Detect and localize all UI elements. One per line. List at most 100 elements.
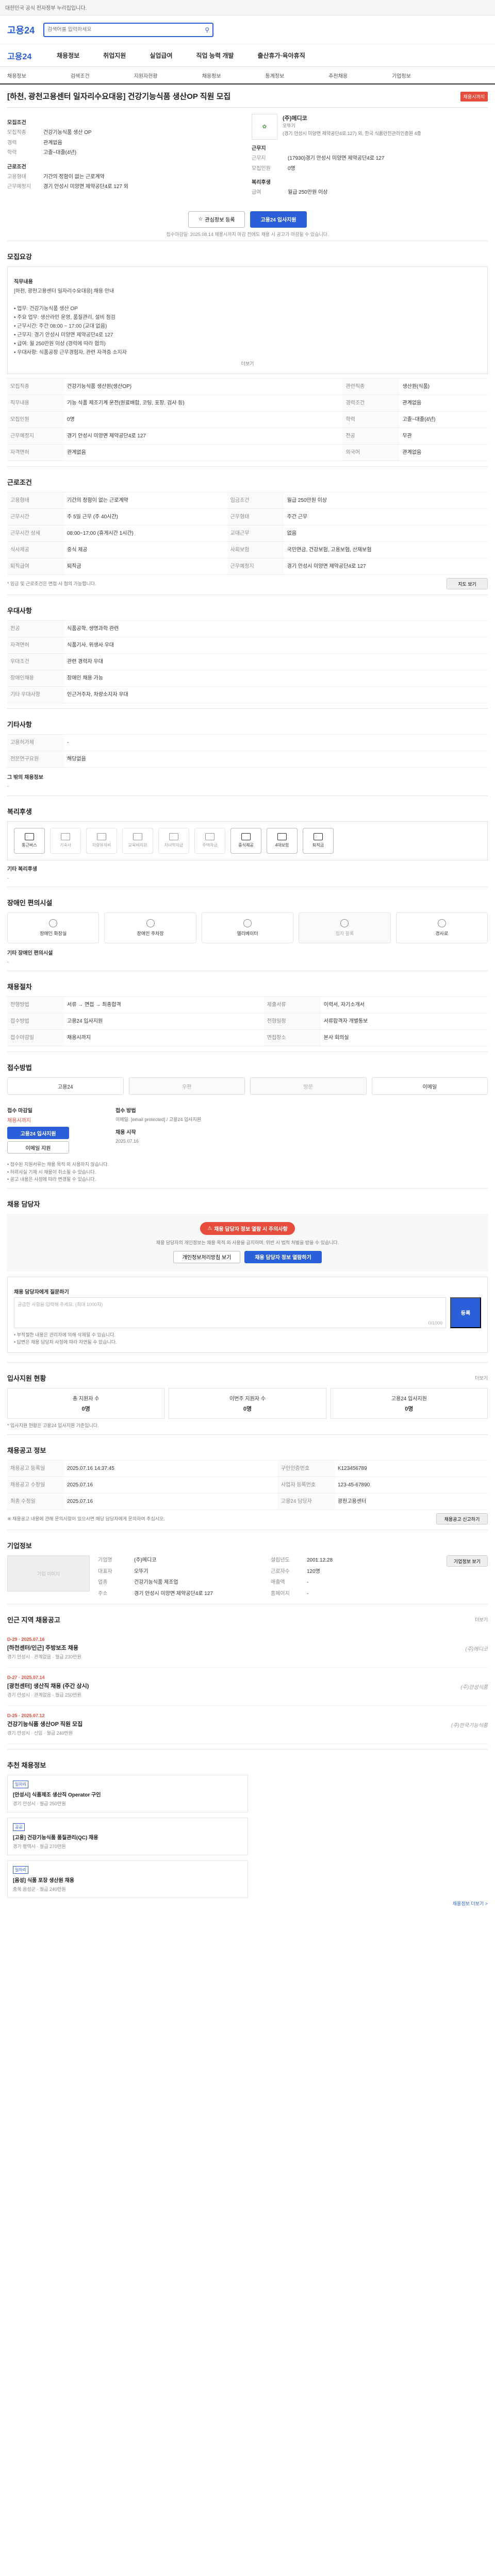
- summary-row: 모집인원 0명: [252, 165, 295, 172]
- cell-value: 08:00~17:00 (휴게시간 1시간): [64, 525, 227, 543]
- facility-icon: [49, 919, 58, 927]
- benefit-label: 주택자금: [202, 843, 218, 848]
- stats-more-link[interactable]: 더보기: [475, 1375, 488, 1381]
- method-item: 우편: [128, 1077, 245, 1095]
- nav-support[interactable]: 취업지원: [103, 51, 126, 60]
- table-row: 근무시간 주 5일 근무 (주 40시간) 근무형태 주간 근무: [7, 509, 488, 526]
- view-contact-button[interactable]: 채용 담당자 정보 열람하기: [244, 1250, 322, 1263]
- report-button[interactable]: 채용공고 신고하기: [436, 1513, 488, 1525]
- job-title[interactable]: [하천센터/인근] 주방보조 채용: [7, 1643, 81, 1652]
- gov-banner: 대한민국 공식 전자정부 누리집입니다.: [0, 0, 495, 15]
- company-value: 오뚜기: [134, 1568, 148, 1574]
- nav-leave[interactable]: 출산휴가·육아휴직: [257, 51, 305, 60]
- condition-note: * 임금 및 근로조건은 면접 시 협의 가능합니다.: [7, 581, 96, 586]
- nav-unemployment[interactable]: 실업급여: [150, 51, 172, 60]
- job-item[interactable]: D-29 · 2025.07.16 [하천센터/인근] 주방보조 채용 경기 안성시…: [7, 1630, 488, 1668]
- recs-more-link[interactable]: 채용정보 더보기 >: [7, 1898, 488, 1909]
- rec-title[interactable]: [고용] 건강기능식품 품질관리(QC) 채용: [13, 1833, 242, 1841]
- benefit-tile: 기숙사: [50, 827, 81, 854]
- email-apply-button[interactable]: 이메일 지원: [7, 1141, 69, 1154]
- job-meta: 경기 안성시 · 신입 · 월급 240만원: [7, 1731, 73, 1736]
- rec-title[interactable]: [음성] 식품 포장 생산원 채용: [13, 1876, 242, 1884]
- nav-jobs[interactable]: 채용정보: [57, 51, 79, 60]
- table-row: 우대조건 관련 경력자 우대: [7, 653, 488, 671]
- subnav-item[interactable]: 검색조건: [71, 72, 90, 79]
- facility-icon: [340, 919, 349, 927]
- benefit-tile: 주택자금: [194, 827, 225, 854]
- job-item[interactable]: D-27 · 2025.07.14 [광천센터] 생산직 채용 (주간 상시) 경기…: [7, 1668, 488, 1706]
- job-item[interactable]: D-25 · 2025.07.12 건강기능식품 생산OP 직원 모집 경기 안성시…: [7, 1706, 488, 1744]
- job-title[interactable]: [광천센터] 생산직 채용 (주간 상시): [7, 1682, 89, 1690]
- benefit-label: 중식제공: [238, 843, 254, 848]
- cell-label: 접수마감일: [7, 1029, 64, 1047]
- section-title: 근로조건: [7, 479, 32, 487]
- privacy-button[interactable]: 개인정보처리방침 보기: [173, 1250, 240, 1263]
- cell-value: 장애인 채용 가능: [64, 670, 488, 687]
- cell-label: 전형일정: [263, 1013, 321, 1030]
- qa-title: 채용 담당자에게 질문하기: [14, 1289, 69, 1295]
- benefit-icon: [169, 833, 178, 841]
- cell-label: 채용공고 등록일: [7, 1460, 64, 1478]
- recommend-section: 추천 채용정보 일자리 [안성시] 식품제조 생산직 Operator 구인 경기 …: [7, 1749, 488, 1914]
- preference-section: 우대사항 전공 식품공학, 생명과학 관련 자격면허 식품기사, 위생사 우대 우대조건…: [7, 595, 488, 708]
- company-row: 업종 건강기능식품 제조업: [98, 1578, 266, 1588]
- more-link[interactable]: 더보기: [241, 361, 254, 366]
- facility-icon: [243, 919, 252, 927]
- cell-value: 경기 안성시 미양면 제약공단4로 127: [64, 428, 343, 445]
- qa-send-button[interactable]: 등록: [450, 1297, 481, 1328]
- benefit-label: 기숙사: [59, 843, 72, 848]
- posting-summary: 모집조건 모집직종 건강기능식품 생산 OP 경력 관계없음 학력 고졸~대졸(4년)…: [7, 107, 488, 204]
- contact-box: ⚠ 채용 담당자 정보 열람 시 주의사항 채용 담당자의 개인정보는 채용 목적…: [7, 1214, 488, 1272]
- company-info-button[interactable]: 기업정보 보기: [447, 1555, 488, 1567]
- cell-value: 없음: [284, 525, 488, 543]
- search-input[interactable]: [47, 27, 202, 32]
- bookmark-button[interactable]: ☆ 관심정보 등록: [188, 211, 245, 228]
- subnav-item[interactable]: 통계정보: [265, 72, 284, 79]
- cell-value: 인근거주자, 차량소지자 우대: [64, 686, 488, 704]
- site-logo[interactable]: 고용24: [7, 23, 38, 37]
- cell-label: 근무시간: [7, 509, 64, 526]
- selection-section: 채용절차 전형방법 서류 → 면접 → 최종합격 제출서류 이력서, 자기소개서 접수방…: [7, 971, 488, 1052]
- rec-card[interactable]: 일자리 [안성시] 식품제조 생산직 Operator 구인 경기 안성시 · 월급…: [7, 1775, 248, 1813]
- job-title[interactable]: 건강기능식품 생산OP 직원 모집: [7, 1720, 82, 1728]
- apply-button-secondary[interactable]: 고용24 입사지원: [7, 1127, 69, 1140]
- cell-label: 모집인원: [7, 411, 64, 429]
- cell-value: 생산원(식품): [399, 378, 488, 396]
- table-row: 자격면허 관계없음 외국어 관계없음: [7, 444, 488, 462]
- subnav-item[interactable]: 채용정보: [7, 72, 26, 79]
- nav-home[interactable]: 고용24: [7, 49, 33, 62]
- qa-input[interactable]: 궁금한 사항을 입력해 주세요. (최대 1000자) 0/1000: [14, 1297, 446, 1328]
- subnav-item[interactable]: 지원자현황: [134, 72, 158, 79]
- rec-title[interactable]: [안성시] 식품제조 생산직 Operator 구인: [13, 1790, 242, 1798]
- map-button[interactable]: 지도 보기: [447, 578, 488, 590]
- subnav-item[interactable]: 채용정보: [202, 72, 221, 79]
- qa-count: 0/1000: [428, 1320, 442, 1326]
- cell-label: 구인인증번호: [277, 1460, 335, 1478]
- table-row: 전형방법 서류 → 면접 → 최종합격 제출서류 이력서, 자기소개서: [7, 996, 488, 1014]
- benefit-icon: [97, 833, 106, 841]
- rec-meta: 경기 평택시 · 월급 270만원: [13, 1844, 66, 1850]
- subnav-item[interactable]: 기업정보: [392, 72, 411, 79]
- summary-row: 고용형태 기간의 정함이 없는 근로계약: [7, 174, 105, 180]
- table-row: 전공 식품공학, 생명과학 관련: [7, 620, 488, 638]
- subnav-item[interactable]: 추천채용: [328, 72, 348, 79]
- nav-training[interactable]: 직업 능력 개발: [196, 51, 234, 60]
- method-section: 접수방법 고용24 우편 방문 이메일 접수 마감일 채용시까지 고용24 입사지원 …: [7, 1052, 488, 1188]
- table-row: 식사제공 중식 제공 사회보험 국민연금, 건강보험, 고용보험, 산재보험: [7, 541, 488, 559]
- table-row: 채용공고 수정일 2025.07.16 사업자 등록번호 123-45-67890: [7, 1477, 488, 1494]
- rec-card[interactable]: 일자리 [음성] 식품 포장 생산원 채용 충북 음성군 · 월급 240만원: [7, 1860, 248, 1899]
- company-label: 매출액: [271, 1580, 285, 1586]
- company-name[interactable]: (주)메디코: [283, 114, 421, 122]
- stat-value: 0명: [405, 1405, 414, 1412]
- cell-value: 월급 250만원 이상: [284, 492, 488, 510]
- search-icon[interactable]: ⚲: [205, 26, 209, 33]
- rec-card[interactable]: 공공 [고용] 건강기능식품 품질관리(QC) 채용경기 평택시 · 월급 270…: [7, 1818, 248, 1856]
- cell-value: 0명: [64, 411, 343, 429]
- company-value: 120명: [307, 1568, 320, 1574]
- benefit-icon: [277, 833, 287, 841]
- apply-right-value: 이메일: [email protected] / 고용24 입사지원: [116, 1117, 202, 1123]
- rec-head: 공공: [13, 1823, 242, 1832]
- jobs-more-link[interactable]: 더보기: [475, 1616, 488, 1623]
- section-title: 기타사항: [7, 721, 32, 729]
- apply-button[interactable]: 고용24 입사지원: [250, 211, 307, 228]
